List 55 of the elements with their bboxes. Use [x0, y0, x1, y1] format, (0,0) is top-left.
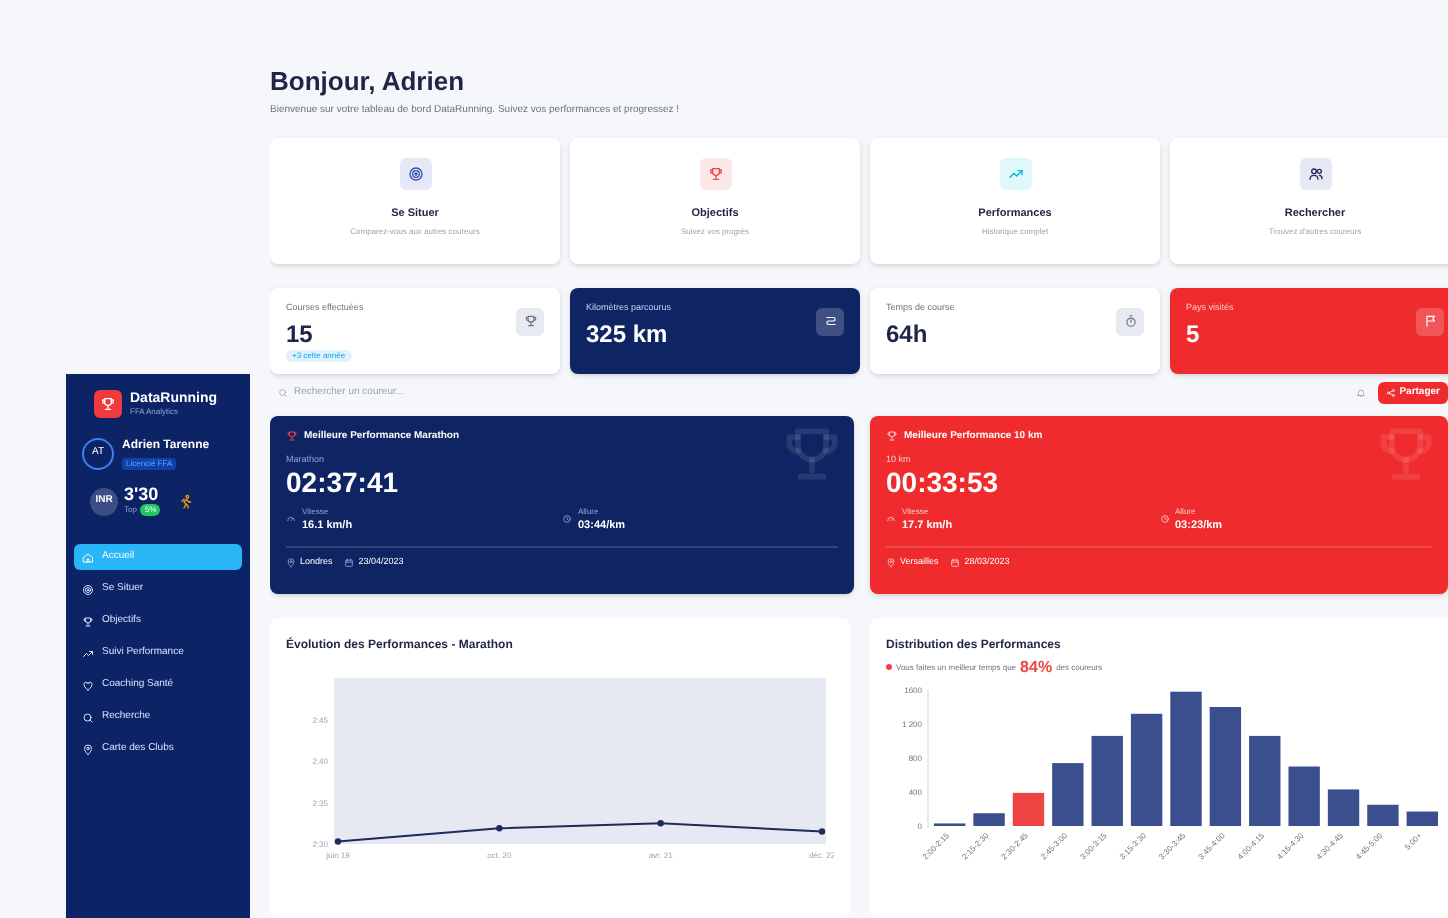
stat-value: 64h: [886, 322, 930, 347]
gauge-icon: [286, 514, 296, 525]
trend-line-icon: [82, 647, 94, 659]
heart-icon: [82, 679, 94, 691]
histogram-bar: [1249, 734, 1281, 825]
stat-value: 5: [1186, 322, 1202, 347]
map-pin-icon: [886, 557, 896, 568]
histogram-bar: [1209, 706, 1242, 825]
histogram-bar: [1406, 810, 1438, 825]
record-time: 02:37:41: [286, 467, 401, 496]
stat-value: 325 km: [586, 322, 670, 347]
map-pin-icon: [286, 557, 296, 568]
bell-icon: [1355, 388, 1366, 398]
percentile-value: 84%: [1020, 659, 1053, 675]
search-icon: [82, 711, 94, 723]
histogram-bar: [1012, 791, 1045, 825]
data-point: [818, 827, 826, 834]
data-point: [334, 837, 342, 844]
users-icon: [1307, 165, 1323, 181]
data-point: [657, 819, 664, 826]
rating-value: 3'30: [124, 486, 161, 504]
record-time: 00:33:53: [886, 467, 1001, 496]
clock-icon: [562, 514, 572, 525]
trophy-icon: [100, 396, 116, 412]
histogram-bar: [1091, 734, 1123, 825]
stat-value: 15: [286, 322, 315, 347]
histogram-bar: [1052, 762, 1084, 825]
clock-icon: [1159, 514, 1169, 525]
flag-icon: [1423, 314, 1437, 328]
trophy-icon: [707, 165, 723, 181]
data-point: [496, 824, 503, 831]
histogram-bar: [1130, 712, 1163, 825]
histogram-bar: [1327, 788, 1360, 825]
trend-line-icon: [1007, 165, 1023, 181]
trophy-icon: [886, 430, 898, 443]
histogram-bar: [1288, 765, 1320, 825]
histogram-bar: [1170, 690, 1202, 825]
route-icon: [823, 314, 837, 328]
target-icon: [407, 165, 423, 181]
trophy-icon: [82, 615, 94, 627]
target-icon: [82, 583, 94, 595]
stopwatch-icon: [1123, 314, 1137, 328]
calendar-icon: [950, 557, 961, 568]
trophy-icon: [523, 314, 537, 328]
search-icon: [278, 388, 288, 398]
calendar-icon: [344, 557, 355, 568]
histogram-bar: [1367, 803, 1399, 825]
home-icon: [82, 551, 94, 563]
page-title: Bonjour, Adrien: [270, 68, 467, 94]
runner-icon: [178, 493, 195, 509]
trophy-icon: [286, 430, 298, 443]
histogram-bar: [973, 812, 1005, 825]
gauge-icon: [886, 514, 896, 525]
share-icon: [1385, 388, 1396, 398]
map-pin-icon: [82, 743, 94, 755]
